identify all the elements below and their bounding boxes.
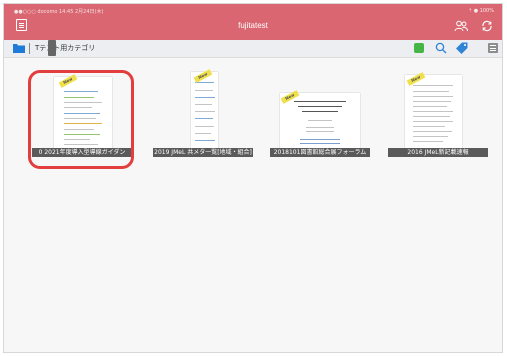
document-item[interactable]: New 2016 JMeL新記載速報 <box>388 67 488 171</box>
search-icon[interactable] <box>435 42 447 54</box>
list-icon[interactable] <box>488 43 498 53</box>
document-thumbnail[interactable] <box>405 75 462 153</box>
document-item[interactable]: New 2019 JMeL 共メタ一覧[地域・組合] <box>153 67 253 171</box>
app-window: ●●○○○ docomo 14:45 2月24日(木) ⇡ ● 100% fuj… <box>3 3 503 353</box>
folder-icon[interactable] <box>13 43 25 53</box>
status-bar-right: ⇡ ● 100% <box>467 8 494 14</box>
selection-highlight <box>28 70 134 169</box>
sync-icon[interactable] <box>481 20 493 32</box>
users-icon[interactable] <box>454 20 468 32</box>
separator <box>29 43 30 54</box>
document-caption: 2019 JMeL 共メタ一覧[地域・組合] <box>153 148 253 157</box>
status-bar-left: ●●○○○ docomo 14:45 2月24日(木) <box>14 9 104 15</box>
top-bar: ●●○○○ docomo 14:45 2月24日(木) ⇡ ● 100% fuj… <box>4 4 502 40</box>
document-caption: 2018101図書館総合展フォーラム <box>270 148 370 157</box>
app-title: fujitatest <box>238 21 268 30</box>
document-thumbnail[interactable] <box>191 72 218 153</box>
tag-icon[interactable] <box>456 42 468 54</box>
document-item[interactable]: New 2018101図書館総合展フォーラム <box>270 67 370 171</box>
document-caption: 2016 JMeL新記載速報 <box>388 148 488 157</box>
category-bar: Tテスト用カテゴリ <box>4 40 502 58</box>
category-thumbnail <box>48 40 56 56</box>
category-label[interactable]: Tテスト用カテゴリ <box>35 43 95 53</box>
green-square-icon[interactable] <box>414 43 424 53</box>
document-thumbnail[interactable] <box>280 93 360 153</box>
